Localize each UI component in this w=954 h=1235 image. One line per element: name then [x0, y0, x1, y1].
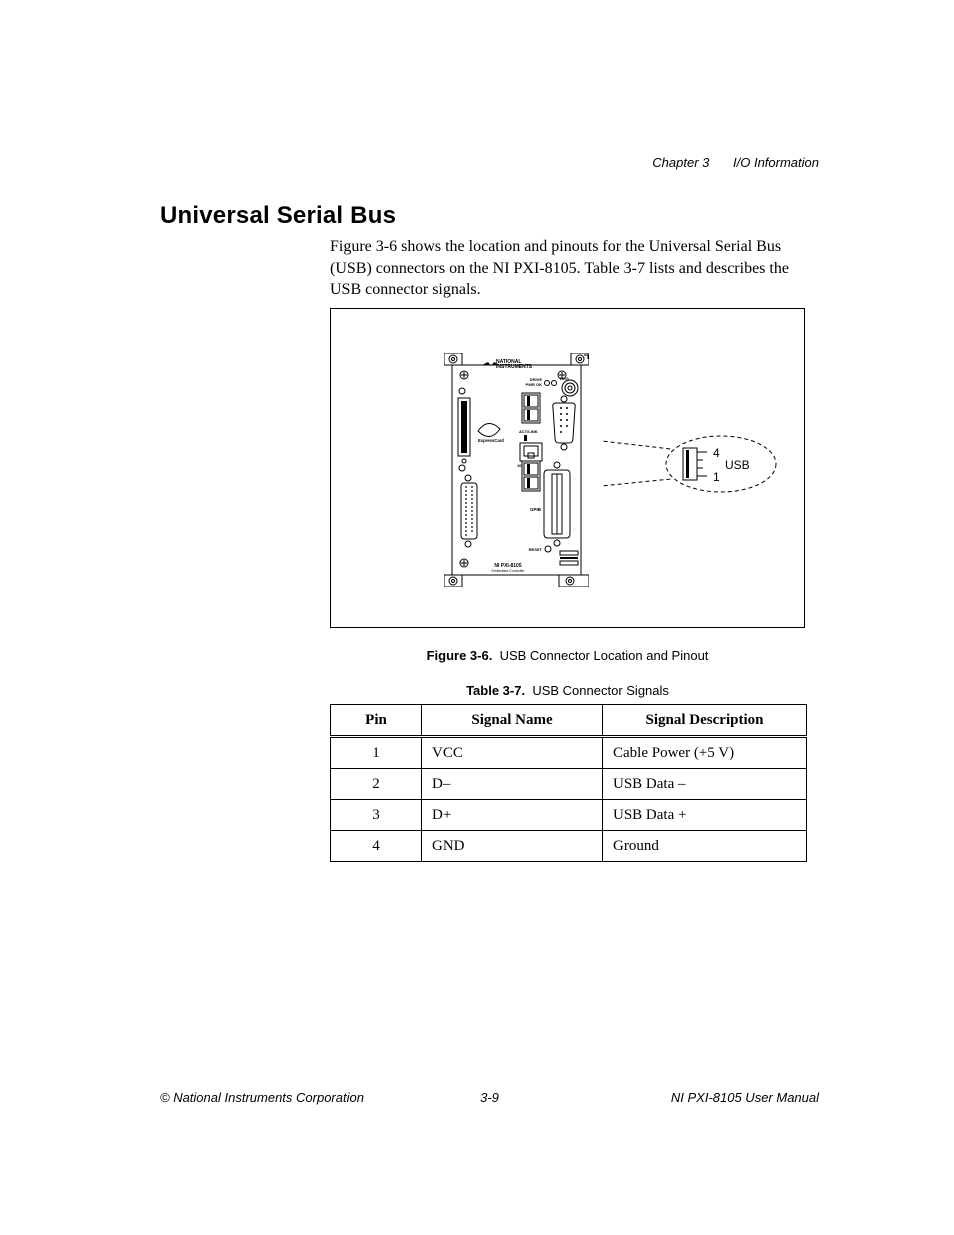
cell-name: GND	[422, 831, 603, 862]
table-number: Table 3-7.	[466, 683, 525, 698]
usb-callout: 4 1 USB	[603, 424, 788, 504]
table-row: 4 GND Ground	[331, 831, 807, 862]
footer-doc: NI PXI-8105 User Manual	[671, 1090, 819, 1105]
svg-text:ExpressCard: ExpressCard	[478, 438, 504, 443]
cell-name: VCC	[422, 737, 603, 769]
table-caption-text: USB Connector Signals	[532, 683, 669, 698]
cell-desc: USB Data –	[603, 769, 807, 800]
cell-pin: 3	[331, 800, 422, 831]
cell-desc: Ground	[603, 831, 807, 862]
cell-pin: 4	[331, 831, 422, 862]
th-name: Signal Name	[422, 705, 603, 737]
running-header: Chapter 3 I/O Information	[652, 155, 819, 170]
svg-text:GPIB: GPIB	[530, 507, 542, 512]
table-row: 3 D+ USB Data +	[331, 800, 807, 831]
cell-pin: 2	[331, 769, 422, 800]
signal-table: Pin Signal Name Signal Description 1 VCC…	[330, 704, 807, 862]
figure-box: NATIONAL INSTRUMENTS DRIVE PWR OK TRIG	[330, 308, 805, 628]
table-caption: Table 3-7. USB Connector Signals	[330, 683, 805, 698]
brand-bottom: INSTRUMENTS	[496, 364, 533, 370]
th-pin: Pin	[331, 705, 422, 737]
cell-name: D–	[422, 769, 603, 800]
svg-text:PWR OK: PWR OK	[526, 382, 543, 387]
table-row: 1 VCC Cable Power (+5 V)	[331, 737, 807, 769]
cell-desc: Cable Power (+5 V)	[603, 737, 807, 769]
figure-caption-text: USB Connector Location and Pinout	[500, 648, 709, 663]
table-row: 2 D– USB Data –	[331, 769, 807, 800]
faceplate-diagram: NATIONAL INSTRUMENTS DRIVE PWR OK TRIG	[444, 353, 589, 587]
table-header-row: Pin Signal Name Signal Description	[331, 705, 807, 737]
callout-pin-bottom: 1	[713, 470, 720, 484]
section-paragraph: Figure 3-6 shows the location and pinout…	[330, 236, 800, 301]
callout-label: USB	[725, 458, 750, 472]
svg-text:RESET: RESET	[529, 547, 543, 552]
cell-desc: USB Data +	[603, 800, 807, 831]
header-chapter: Chapter 3	[652, 155, 709, 170]
page: Chapter 3 I/O Information Universal Seri…	[0, 0, 954, 1235]
figure-caption: Figure 3-6. USB Connector Location and P…	[330, 648, 805, 663]
header-title: I/O Information	[733, 155, 819, 170]
cell-name: D+	[422, 800, 603, 831]
svg-text:Embedded Controller: Embedded Controller	[491, 569, 525, 573]
th-desc: Signal Description	[603, 705, 807, 737]
cell-pin: 1	[331, 737, 422, 769]
callout-pin-top: 4	[713, 446, 720, 460]
figure-number: Figure 3-6.	[427, 648, 493, 663]
section-heading: Universal Serial Bus	[160, 202, 396, 230]
svg-text:ACT/LINK: ACT/LINK	[519, 429, 538, 434]
